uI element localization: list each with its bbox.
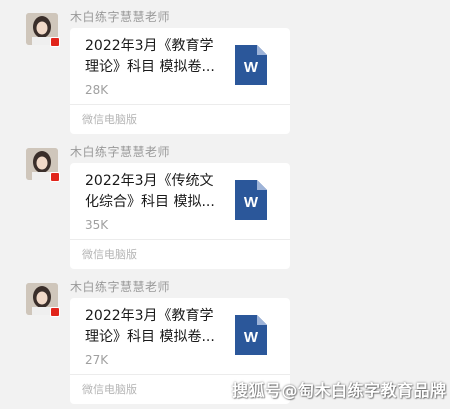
flag-badge-icon xyxy=(50,37,60,47)
file-source-label: 微信电脑版 xyxy=(82,383,137,396)
card-divider xyxy=(70,239,290,240)
file-title: 2022年3月《教育学理论》科目 模拟卷... xyxy=(85,38,215,75)
chat-message: 木白练字慧慧老师 2022年3月《教育学理论》科目 模拟卷... 28K W 微… xyxy=(0,7,450,139)
file-size: 27K xyxy=(85,353,109,367)
word-document-icon: W xyxy=(235,180,267,220)
watermark: 搜狐号@匋木白练字教育品牌 xyxy=(232,381,447,400)
sender-name: 木白练字慧慧老师 xyxy=(70,280,171,294)
word-icon-letter: W xyxy=(243,329,259,346)
chat-window: 木白练字慧慧老师 2022年3月《教育学理论》科目 模拟卷... 28K W 微… xyxy=(0,0,450,409)
file-card[interactable]: 2022年3月《教育学理论》科目 模拟卷... 28K W 微信电脑版 xyxy=(70,28,290,134)
file-source-label: 微信电脑版 xyxy=(82,248,137,261)
flag-badge-icon xyxy=(50,307,60,317)
file-size: 35K xyxy=(85,218,109,232)
word-document-icon: W xyxy=(235,45,267,85)
file-card[interactable]: 2022年3月《传统文化综合》科目 模拟... 35K W 微信电脑版 xyxy=(70,163,290,269)
sender-name: 木白练字慧慧老师 xyxy=(70,10,171,24)
word-icon-letter: W xyxy=(243,194,259,211)
file-title: 2022年3月《教育学理论》科目 模拟卷... xyxy=(85,308,215,345)
file-size: 28K xyxy=(85,83,109,97)
file-title: 2022年3月《传统文化综合》科目 模拟... xyxy=(85,173,215,210)
card-divider xyxy=(70,374,290,375)
flag-badge-icon xyxy=(50,172,60,182)
chat-message: 木白练字慧慧老师 2022年3月《传统文化综合》科目 模拟... 35K W 微… xyxy=(0,142,450,274)
card-divider xyxy=(70,104,290,105)
sender-name: 木白练字慧慧老师 xyxy=(70,145,171,159)
word-icon-letter: W xyxy=(243,59,259,76)
word-document-icon: W xyxy=(235,315,267,355)
file-source-label: 微信电脑版 xyxy=(82,113,137,126)
